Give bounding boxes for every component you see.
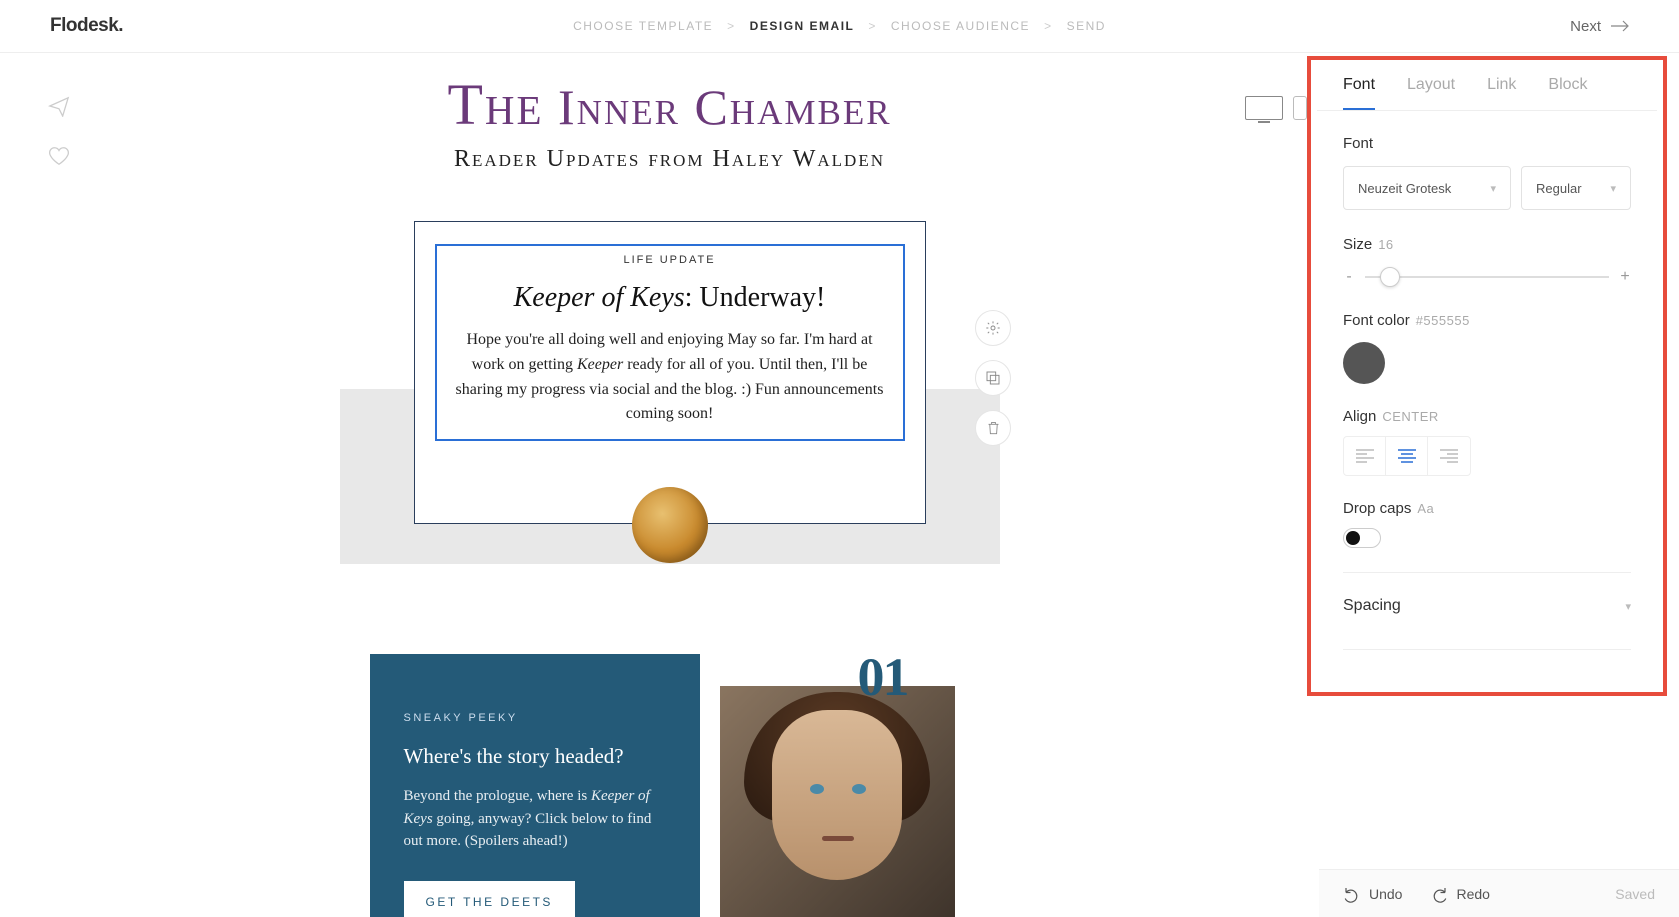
align-value: CENTER <box>1382 409 1438 424</box>
breadcrumb-step-audience[interactable]: CHOOSE AUDIENCE <box>891 19 1030 33</box>
align-right-icon <box>1440 449 1458 463</box>
size-label: Size <box>1343 236 1372 253</box>
redo-button[interactable]: Redo <box>1430 885 1489 903</box>
color-label: Font color <box>1343 312 1410 329</box>
duplicate-icon <box>985 370 1001 386</box>
section2-number: 01 <box>858 646 908 708</box>
breadcrumb-sep: > <box>727 19 736 33</box>
headline-em: Keeper of Keys <box>514 282 685 313</box>
panel-divider <box>1343 572 1631 573</box>
headline-rest: : Underway! <box>685 282 826 313</box>
align-center-button[interactable] <box>1386 437 1428 475</box>
spacing-section-toggle[interactable]: Spacing ▾ <box>1343 597 1631 625</box>
font-weight-select[interactable]: Regular ▾ <box>1521 166 1631 210</box>
redo-label: Redo <box>1456 886 1489 902</box>
size-increase-button[interactable]: + <box>1619 268 1631 286</box>
align-label: Align <box>1343 408 1376 425</box>
align-left-icon <box>1356 449 1374 463</box>
font-color-swatch[interactable] <box>1343 342 1385 384</box>
dropcaps-label: Drop caps <box>1343 500 1411 517</box>
save-status: Saved <box>1615 886 1655 902</box>
gear-icon <box>985 320 1001 336</box>
chevron-down-icon: ▾ <box>1625 600 1631 613</box>
font-family-value: Neuzeit Grotesk <box>1358 181 1451 196</box>
logo[interactable]: Flodesk. <box>50 15 123 37</box>
font-label: Font <box>1343 135 1631 152</box>
toggle-dot <box>1346 531 1360 545</box>
section1-box[interactable]: LIFE UPDATE Keeper of Keys: Underway! Ho… <box>414 221 926 524</box>
chevron-down-icon: ▾ <box>1610 182 1616 195</box>
s2-body-p1: Beyond the prologue, where is <box>404 788 591 804</box>
section1-body: Hope you're all doing well and enjoying … <box>447 328 893 427</box>
arrow-right-icon <box>1611 20 1629 32</box>
breadcrumb: CHOOSE TEMPLATE > DESIGN EMAIL > CHOOSE … <box>573 19 1106 33</box>
spacing-label: Spacing <box>1343 597 1401 615</box>
size-slider-thumb[interactable] <box>1380 267 1400 287</box>
dropcaps-value: Aa <box>1417 501 1434 516</box>
breadcrumb-step-design[interactable]: DESIGN EMAIL <box>750 19 855 33</box>
section2-portrait-image <box>720 686 955 917</box>
section2-cta-button[interactable]: GET THE DEETS <box>404 881 575 917</box>
size-decrease-button[interactable]: - <box>1343 268 1355 286</box>
section2-tag: SNEAKY PEEKY <box>404 712 670 724</box>
undo-button[interactable]: Undo <box>1343 885 1402 903</box>
ornament-seal-icon <box>632 487 708 563</box>
section2-block[interactable]: 01 SNEAKY PEEKY Where's the story headed… <box>370 654 970 917</box>
breadcrumb-step-send[interactable]: SEND <box>1067 19 1106 33</box>
brand-title-part1: The <box>447 72 543 137</box>
font-family-select[interactable]: Neuzeit Grotesk ▾ <box>1343 166 1511 210</box>
section1-tag: LIFE UPDATE <box>447 254 893 266</box>
chevron-down-icon: ▾ <box>1490 182 1496 195</box>
s2-body-p2: going, anyway? Click below to find out m… <box>404 811 652 850</box>
dropcaps-toggle[interactable] <box>1343 528 1381 548</box>
next-label: Next <box>1570 18 1601 35</box>
body-em: Keeper <box>577 356 623 373</box>
size-slider[interactable] <box>1365 276 1609 278</box>
tab-link[interactable]: Link <box>1487 76 1516 110</box>
tab-block[interactable]: Block <box>1548 76 1587 110</box>
section1-headline: Keeper of Keys: Underway! <box>447 282 893 314</box>
breadcrumb-sep: > <box>868 19 877 33</box>
block-delete-button[interactable] <box>975 410 1011 446</box>
brand-title-part2: Inner Chamber <box>558 79 892 135</box>
email-brand-subtitle[interactable]: Reader Updates from Haley Walden <box>370 146 970 173</box>
section2-heading: Where's the story headed? <box>404 744 670 769</box>
block-duplicate-button[interactable] <box>975 360 1011 396</box>
selected-text-block[interactable]: LIFE UPDATE Keeper of Keys: Underway! Ho… <box>435 244 905 441</box>
block-settings-button[interactable] <box>975 310 1011 346</box>
tab-font[interactable]: Font <box>1343 76 1375 110</box>
trash-icon <box>986 420 1001 436</box>
email-brand-title[interactable]: The Inner Chamber <box>370 71 970 138</box>
align-left-button[interactable] <box>1344 437 1386 475</box>
properties-panel: Font Layout Link Block Font Neuzeit Grot… <box>1317 58 1657 867</box>
font-weight-value: Regular <box>1536 181 1582 196</box>
align-center-icon <box>1398 449 1416 463</box>
align-right-button[interactable] <box>1428 437 1470 475</box>
breadcrumb-sep: > <box>1044 19 1053 33</box>
undo-icon <box>1343 885 1361 903</box>
tab-layout[interactable]: Layout <box>1407 76 1455 110</box>
color-value: #555555 <box>1416 313 1470 328</box>
redo-icon <box>1430 885 1448 903</box>
email-canvas[interactable]: The Inner Chamber Reader Updates from Ha… <box>0 53 1339 917</box>
bottom-toolbar: Undo Redo Saved <box>1319 869 1679 917</box>
breadcrumb-step-template[interactable]: CHOOSE TEMPLATE <box>573 19 713 33</box>
undo-label: Undo <box>1369 886 1402 902</box>
size-value: 16 <box>1378 237 1393 252</box>
next-button[interactable]: Next <box>1570 18 1629 35</box>
panel-divider <box>1343 649 1631 650</box>
section2-body: Beyond the prologue, where is Keeper of … <box>404 785 670 853</box>
